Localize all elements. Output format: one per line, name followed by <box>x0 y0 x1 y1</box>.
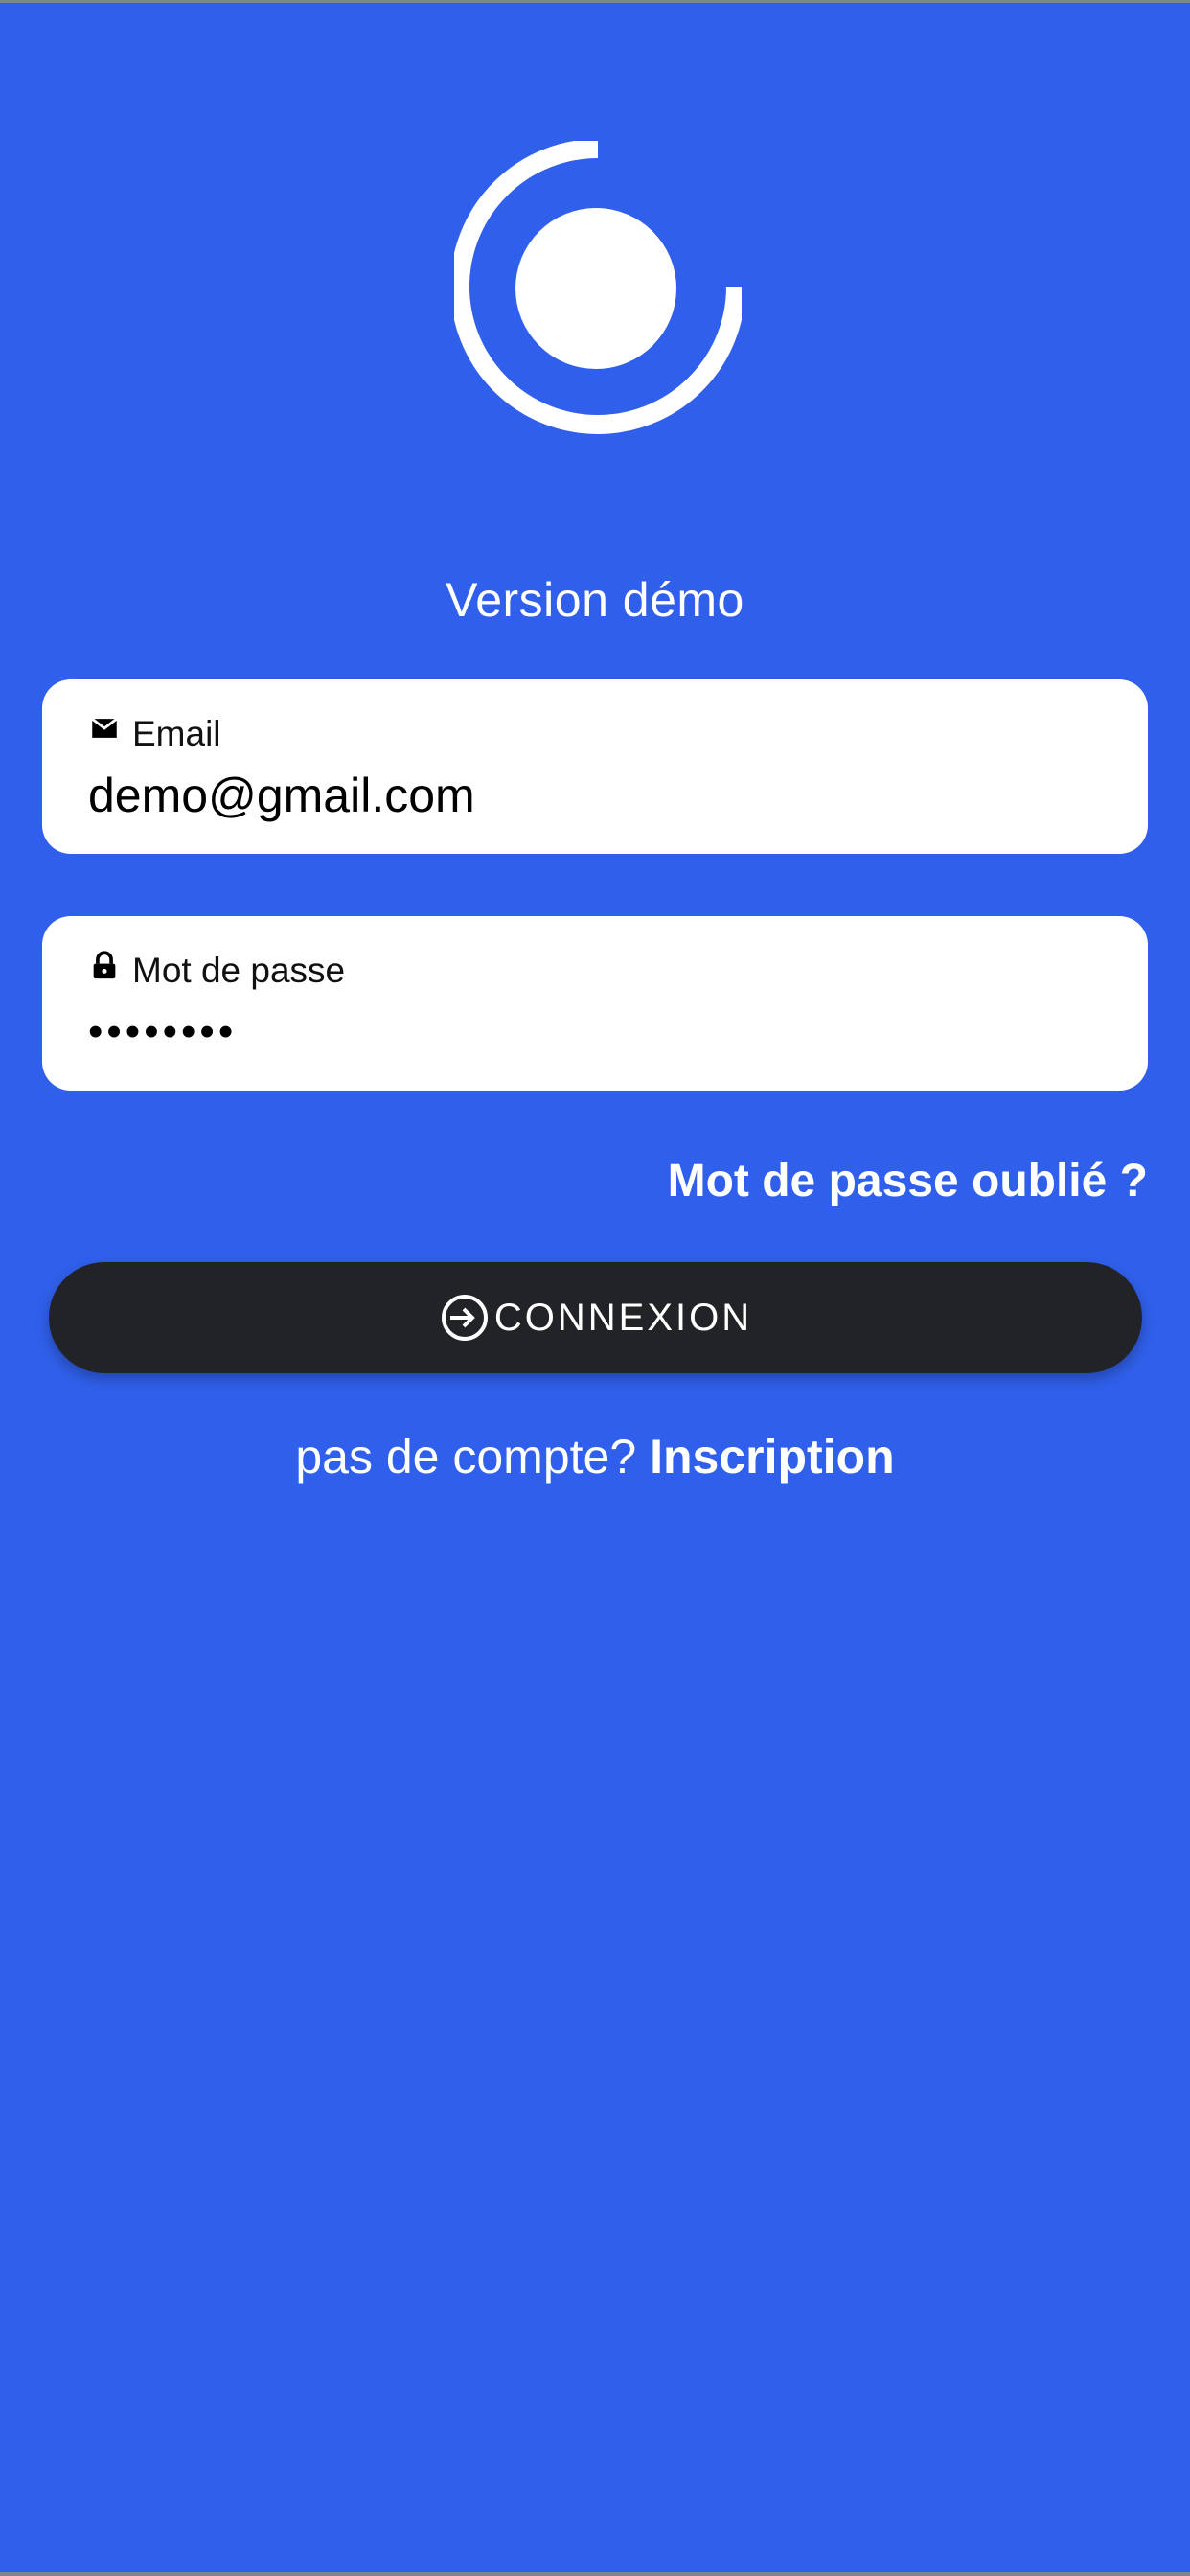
login-icon <box>441 1295 488 1341</box>
password-input[interactable]: •••••••• <box>88 1008 1085 1056</box>
login-button[interactable]: CONNEXION <box>49 1262 1142 1373</box>
no-account-text: pas de compte? <box>295 1430 637 1484</box>
password-label: Mot de passe <box>132 951 346 990</box>
password-field[interactable]: Mot de passe •••••••• <box>42 916 1148 1091</box>
version-label: Version démo <box>446 573 744 627</box>
app-logo <box>454 141 742 434</box>
signup-prompt: pas de compte? Inscription <box>0 1429 1190 1484</box>
forgot-password-link[interactable]: Mot de passe oublié ? <box>668 1155 1148 1208</box>
email-label: Email <box>132 714 221 753</box>
password-label-group: Mot de passe <box>88 951 345 991</box>
email-input[interactable] <box>88 768 1085 823</box>
login-button-label: CONNEXION <box>493 1296 753 1339</box>
email-field[interactable]: Email <box>42 679 1148 854</box>
mail-icon <box>91 717 118 738</box>
login-screen: Version démo Email Mot de passe ••••••••… <box>0 0 1190 2576</box>
lock-icon <box>93 951 116 979</box>
signup-link[interactable]: Inscription <box>650 1430 895 1484</box>
email-label-group: Email <box>88 714 221 754</box>
